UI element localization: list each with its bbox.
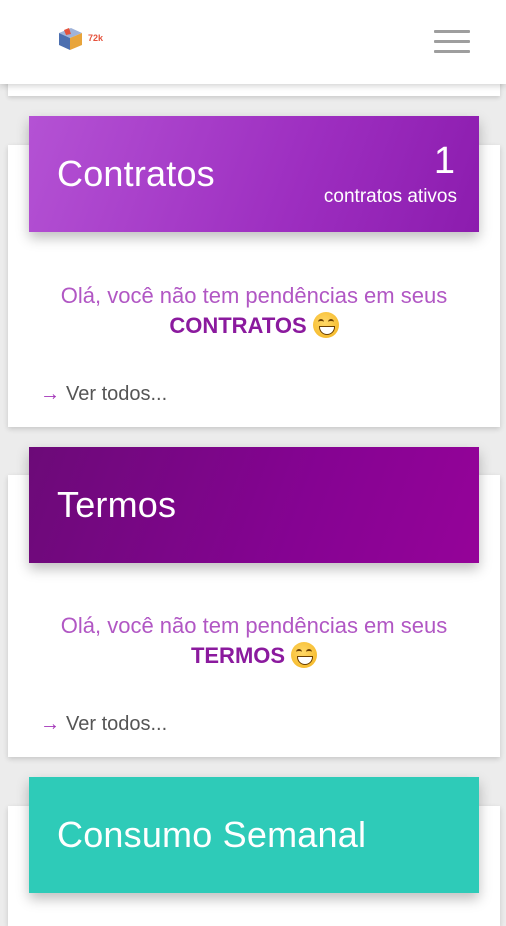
- menu-line: [434, 50, 470, 53]
- header-title: Contratos: [57, 153, 215, 194]
- grinning-face-icon: [312, 312, 339, 338]
- cube-logo-icon: [59, 28, 82, 50]
- contratos-message: Olá, você não tem pendências em seus CON…: [8, 281, 500, 341]
- menu-line: [434, 40, 470, 43]
- termos-header[interactable]: Termos: [29, 447, 479, 563]
- active-contracts-count: 1: [433, 140, 455, 182]
- top-app-bar: 72k: [0, 0, 506, 84]
- link-label: Ver todos...: [66, 383, 168, 405]
- contratos-see-all-link[interactable]: → Ver todos...: [40, 383, 167, 406]
- consumo-header[interactable]: Consumo Semanal: [29, 777, 479, 893]
- arrow-right-icon: →: [40, 383, 60, 405]
- header-title: Consumo Semanal: [57, 814, 367, 855]
- termos-message: Olá, você não tem pendências em seus TER…: [8, 611, 500, 671]
- link-label: Ver todos...: [66, 713, 168, 735]
- contratos-header[interactable]: Contratos 1 contratos ativos: [29, 116, 479, 232]
- message-highlight: TERMOS: [190, 643, 286, 668]
- header-title: Termos: [57, 484, 177, 525]
- message-text: Olá, você não tem pendências em seus: [60, 283, 448, 308]
- logo-text: 72k: [88, 33, 104, 43]
- app-logo[interactable]: 72k: [55, 25, 117, 55]
- arrow-right-icon: →: [40, 713, 60, 735]
- message-highlight: CONTRATOS: [169, 313, 307, 338]
- grinning-face-icon: [291, 642, 318, 668]
- termos-see-all-link[interactable]: → Ver todos...: [40, 713, 167, 736]
- message-text: Olá, você não tem pendências em seus: [60, 613, 448, 638]
- menu-button[interactable]: [434, 30, 470, 54]
- active-contracts-label: contratos ativos: [323, 186, 457, 207]
- hamburger-menu-icon: [434, 30, 470, 33]
